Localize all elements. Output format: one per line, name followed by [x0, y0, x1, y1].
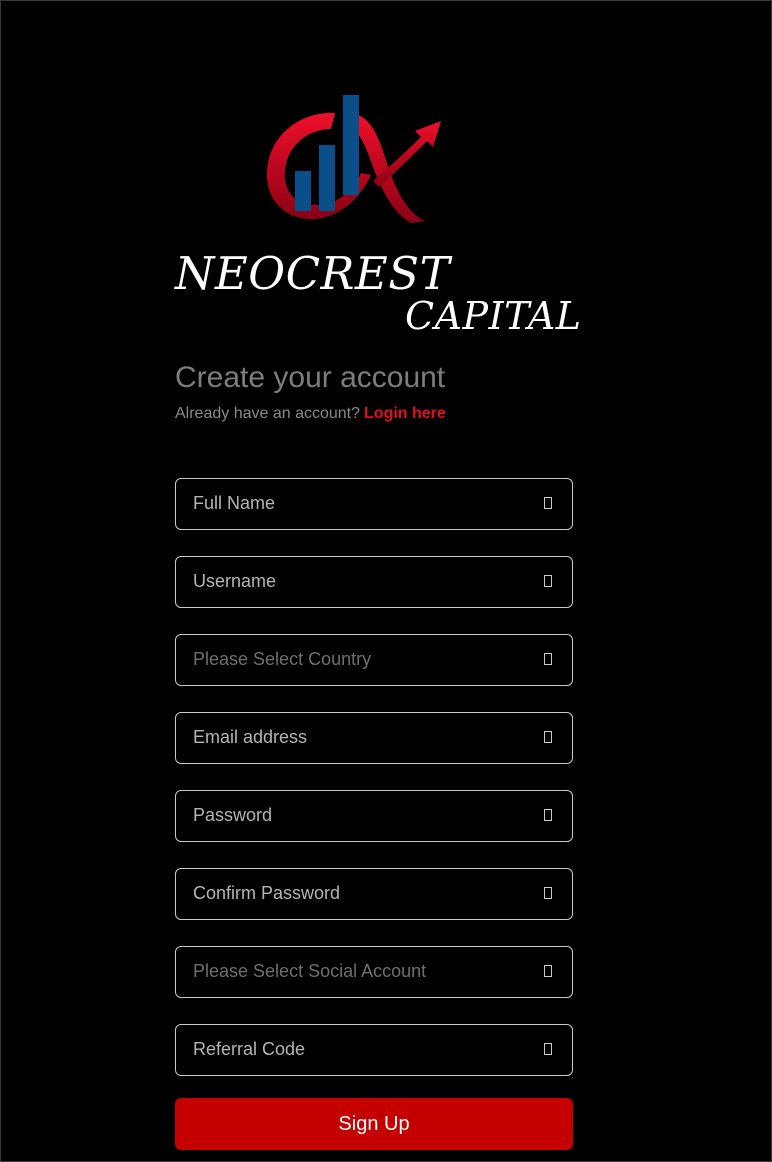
field-icon	[544, 497, 552, 509]
field-placeholder: Password	[193, 805, 273, 825]
field-placeholder: Email address	[193, 727, 308, 747]
login-link[interactable]: Login here	[364, 405, 446, 422]
field-placeholder: Confirm Password	[193, 883, 341, 903]
field-icon	[544, 965, 552, 977]
brand-logo: NEOCREST CAPITAL	[175, 89, 581, 339]
field-placeholder: Please Select Country	[193, 649, 372, 669]
brand-name-line2: CAPITAL	[405, 294, 582, 338]
email-input[interactable]: Email address	[175, 712, 573, 764]
sign-up-button[interactable]: Sign Up	[175, 1098, 573, 1150]
country-select[interactable]: Please Select Country	[175, 634, 573, 686]
login-prompt: Already have an account? Login here	[175, 406, 446, 422]
referral-code-input[interactable]: Referral Code	[175, 1024, 573, 1076]
field-icon	[544, 809, 552, 821]
field-icon	[544, 653, 552, 665]
field-placeholder: Please Select Social Account	[193, 961, 427, 981]
confirm-password-input[interactable]: Confirm Password	[175, 868, 573, 920]
field-placeholder: Username	[193, 571, 277, 591]
signup-form: Full Name Username Please Select Country…	[175, 478, 573, 1102]
login-prompt-text: Already have an account?	[175, 405, 361, 422]
social-account-select[interactable]: Please Select Social Account	[175, 946, 573, 998]
page-title: Create your account	[175, 361, 446, 394]
field-icon	[544, 1043, 552, 1055]
username-input[interactable]: Username	[175, 556, 573, 608]
field-icon	[544, 575, 552, 587]
full-name-input[interactable]: Full Name	[175, 478, 573, 530]
logo-mark-icon	[266, 95, 441, 223]
password-input[interactable]: Password	[175, 790, 573, 842]
field-icon	[544, 887, 552, 899]
field-placeholder: Referral Code	[193, 1039, 306, 1059]
brand-name-line1: NEOCREST	[175, 247, 451, 300]
field-placeholder: Full Name	[193, 493, 276, 513]
field-icon	[544, 731, 552, 743]
page-frame: NEOCREST CAPITAL Create your account Alr…	[0, 0, 772, 1162]
